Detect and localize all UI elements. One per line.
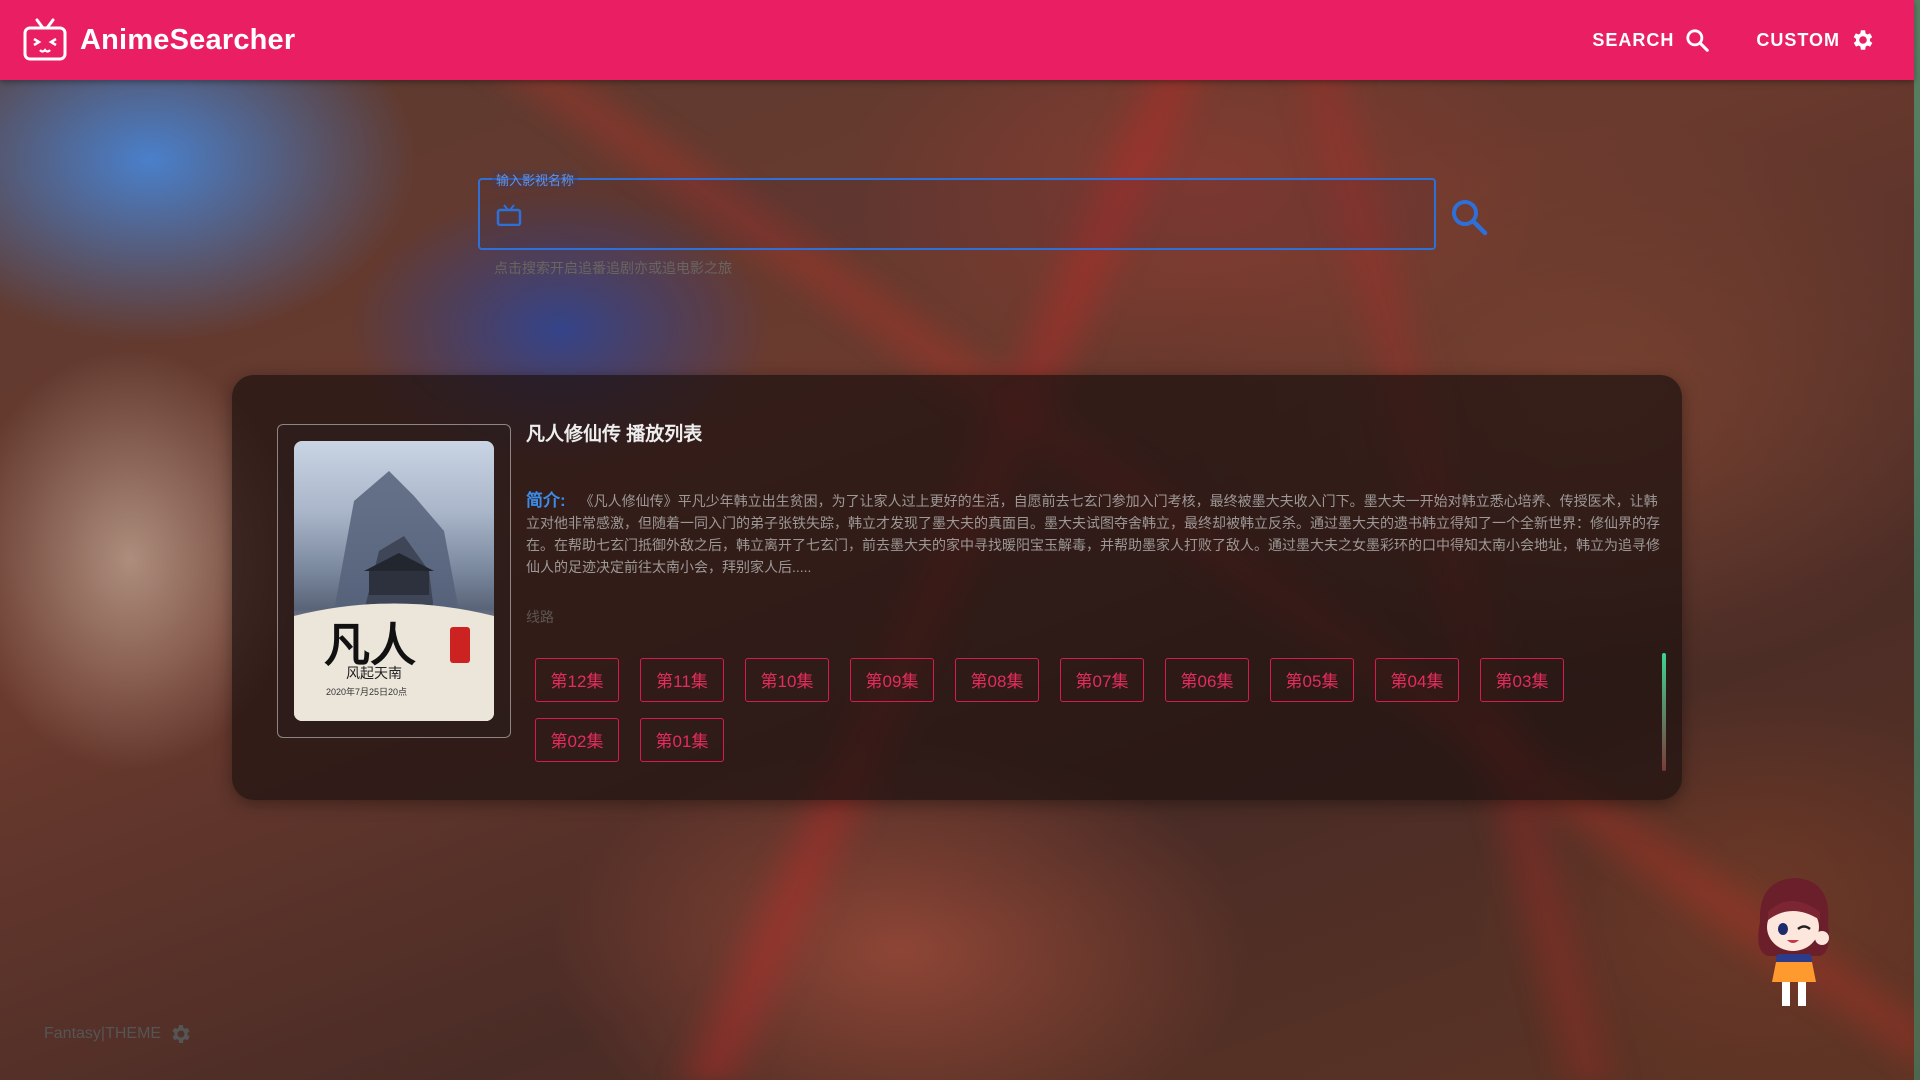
search-submit-icon[interactable] (1448, 196, 1490, 238)
mascot-character[interactable] (1740, 872, 1844, 1012)
search-input[interactable] (536, 196, 1420, 234)
playlist-title: 凡人修仙传 播放列表 (526, 424, 703, 445)
poster-date: 2020年7月25日20点 (326, 687, 408, 697)
search-nav-button[interactable]: SEARCH (1592, 27, 1710, 53)
gear-icon (1853, 30, 1873, 50)
custom-nav-button[interactable]: CUSTOM (1756, 27, 1876, 53)
synopsis-label: 简介: (526, 491, 566, 510)
logo[interactable]: AnimeSearcher (22, 17, 295, 63)
episode-button[interactable]: 第08集 (955, 658, 1039, 702)
search-hint: 点击搜索开启追番追剧亦或追电影之旅 (494, 260, 732, 276)
episode-button[interactable]: 第04集 (1375, 658, 1459, 702)
poster-seal (450, 627, 470, 663)
poster-subtitle: 风起天南 (346, 666, 402, 682)
episode-button[interactable]: 第06集 (1165, 658, 1249, 702)
search-icon (1686, 29, 1710, 52)
page-scrollbar[interactable] (1914, 0, 1920, 1080)
app-title: AnimeSearcher (80, 23, 296, 56)
search-box: 输入影视名称 (478, 170, 1436, 250)
episode-scrollbar[interactable] (1662, 653, 1666, 771)
route-label: 线路 (526, 609, 554, 625)
tv-icon (496, 204, 522, 226)
theme-label: Fantasy|THEME (44, 1025, 162, 1042)
search-nav-label: SEARCH (1592, 29, 1675, 50)
episode-button[interactable]: 第02集 (535, 718, 619, 762)
synopsis: 简介: 《凡人修仙传》平凡少年韩立出生贫困，为了让家人过上更好的生活，自愿前去七玄… (526, 490, 1668, 578)
search-field[interactable]: 输入影视名称 (478, 170, 1436, 250)
custom-nav-label: CUSTOM (1756, 29, 1840, 50)
poster-frame: 凡人 风起天南 2020年7月25日20点 (277, 424, 511, 738)
search-field-label: 输入影视名称 (492, 170, 579, 189)
top-nav: SEARCH CUSTOM (1546, 27, 1876, 53)
episode-button[interactable]: 第12集 (535, 658, 619, 702)
episode-button[interactable]: 第11集 (640, 658, 724, 702)
episode-button[interactable]: 第05集 (1270, 658, 1354, 702)
episode-button[interactable]: 第10集 (745, 658, 829, 702)
gear-icon (172, 1025, 190, 1043)
theme-switcher[interactable]: Fantasy|THEME (44, 1022, 193, 1046)
poster-image: 凡人 风起天南 2020年7月25日20点 (294, 441, 494, 721)
playlist-card: 凡人 风起天南 2020年7月25日20点 凡人修仙传 播放列表 简介: 《凡人修… (232, 375, 1682, 800)
synopsis-text: 《凡人修仙传》平凡少年韩立出生贫困，为了让家人过上更好的生活，自愿前去七玄门参加… (526, 493, 1660, 575)
app-bar: AnimeSearcher SEARCH CUSTOM (0, 0, 1914, 80)
episode-button[interactable]: 第07集 (1060, 658, 1144, 702)
episode-button[interactable]: 第03集 (1480, 658, 1564, 702)
episode-button[interactable]: 第09集 (850, 658, 934, 702)
tv-icon (23, 18, 67, 61)
episode-button[interactable]: 第01集 (640, 718, 724, 762)
